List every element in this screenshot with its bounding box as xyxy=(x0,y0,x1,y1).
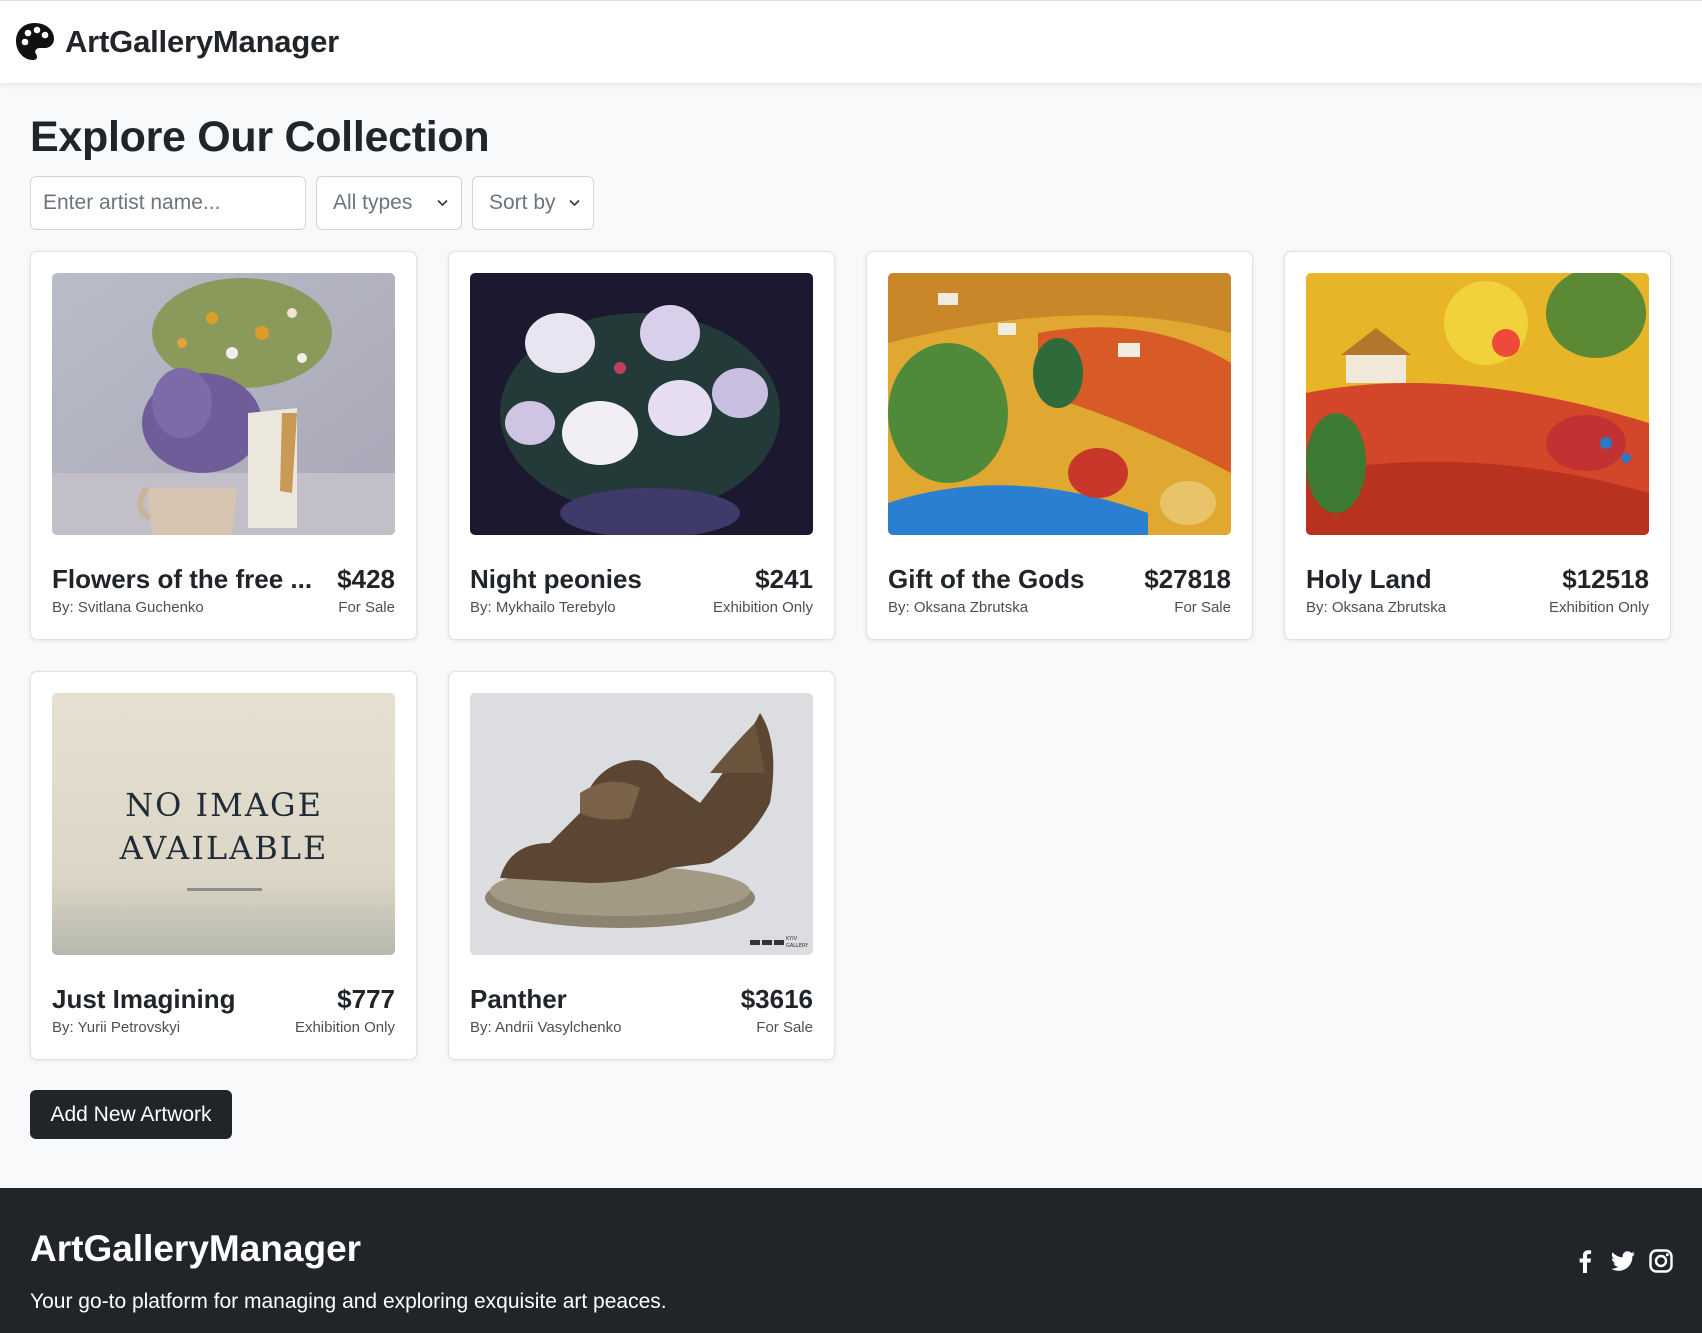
artwork-artist: By: Yurii Petrovskyi xyxy=(52,1019,181,1036)
filter-bar: All types Sort by xyxy=(30,176,594,230)
artwork-price: $428 xyxy=(337,564,395,594)
twitter-icon[interactable] xyxy=(1610,1248,1636,1274)
footer: ArtGalleryManager Your go-to platform fo… xyxy=(0,1188,1702,1333)
artwork-price: $27818 xyxy=(1144,564,1231,594)
brand-link[interactable]: ArtGalleryManager xyxy=(14,21,339,63)
artwork-card[interactable]: NO IMAGE AVAILABLE Just Imagining $777 B… xyxy=(30,671,417,1060)
artwork-artist: By: Oksana Zbrutska xyxy=(888,599,1029,616)
artwork-image xyxy=(888,273,1231,535)
artwork-title: Night peonies xyxy=(470,564,642,594)
sort-select-value: Sort by xyxy=(489,191,556,214)
artwork-status: Exhibition Only xyxy=(1548,599,1649,616)
artwork-title: Panther xyxy=(470,984,567,1014)
instagram-icon[interactable] xyxy=(1648,1248,1674,1274)
artwork-title: Holy Land xyxy=(1306,564,1432,594)
chevron-down-icon xyxy=(568,191,581,215)
no-image-text-line1: NO IMAGE xyxy=(125,786,323,824)
artwork-status: Exhibition Only xyxy=(294,1019,395,1036)
palette-icon xyxy=(14,21,56,63)
artwork-artist: By: Andrii Vasylchenko xyxy=(470,1019,622,1036)
artwork-status: For Sale xyxy=(338,599,395,616)
artwork-card[interactable]: Flowers of the free ... $428 By: Svitlan… xyxy=(30,251,417,640)
watermark-line2: GALLERY xyxy=(786,943,809,949)
artwork-artist: By: Mykhailo Terebylo xyxy=(470,599,616,616)
artwork-price: $241 xyxy=(755,564,813,594)
artwork-title: Gift of the Gods xyxy=(888,564,1085,594)
artwork-price: $777 xyxy=(337,984,395,1014)
brand-name: ArtGalleryManager xyxy=(65,24,339,59)
add-artwork-button[interactable]: Add New Artwork xyxy=(30,1090,232,1139)
chevron-down-icon xyxy=(436,191,449,215)
footer-brand: ArtGalleryManager xyxy=(30,1228,362,1269)
artwork-status: Exhibition Only xyxy=(712,599,813,616)
artwork-image xyxy=(1306,273,1649,535)
artwork-card[interactable]: Night peonies $241 By: Mykhailo Terebylo… xyxy=(448,251,835,640)
artwork-image: KYIV GALLERY xyxy=(470,693,813,955)
artwork-status: For Sale xyxy=(1174,599,1231,616)
footer-tagline: Your go-to platform for managing and exp… xyxy=(30,1290,667,1313)
page-title: Explore Our Collection xyxy=(30,113,490,161)
no-image-text-line2: AVAILABLE xyxy=(119,829,329,867)
artwork-image xyxy=(470,273,813,535)
artwork-price: $12518 xyxy=(1562,564,1649,594)
artwork-artist: By: Svitlana Guchenko xyxy=(52,599,204,616)
artwork-card[interactable]: KYIV GALLERY Panther $3616 By: Andrii Va… xyxy=(448,671,835,1060)
watermark-line1: KYIV xyxy=(786,936,798,942)
sort-select[interactable]: Sort by xyxy=(472,176,594,230)
artwork-price: $3616 xyxy=(740,984,813,1014)
facebook-icon[interactable] xyxy=(1572,1248,1598,1274)
artwork-image xyxy=(52,273,395,535)
artwork-title: Just Imagining xyxy=(52,984,236,1014)
artwork-card[interactable]: Holy Land $12518 By: Oksana Zbrutska Exh… xyxy=(1284,251,1671,640)
artwork-image: NO IMAGE AVAILABLE xyxy=(52,693,395,955)
artwork-card[interactable]: Gift of the Gods $27818 By: Oksana Zbrut… xyxy=(866,251,1253,640)
top-navbar: ArtGalleryManager xyxy=(0,0,1702,83)
artist-search-input[interactable] xyxy=(30,176,306,230)
social-links xyxy=(1572,1248,1674,1274)
artwork-title: Flowers of the free ... xyxy=(52,564,313,594)
type-select-value: All types xyxy=(333,191,413,214)
artwork-artist: By: Oksana Zbrutska xyxy=(1306,599,1447,616)
artwork-status: For Sale xyxy=(756,1019,813,1036)
type-select[interactable]: All types xyxy=(316,176,462,230)
